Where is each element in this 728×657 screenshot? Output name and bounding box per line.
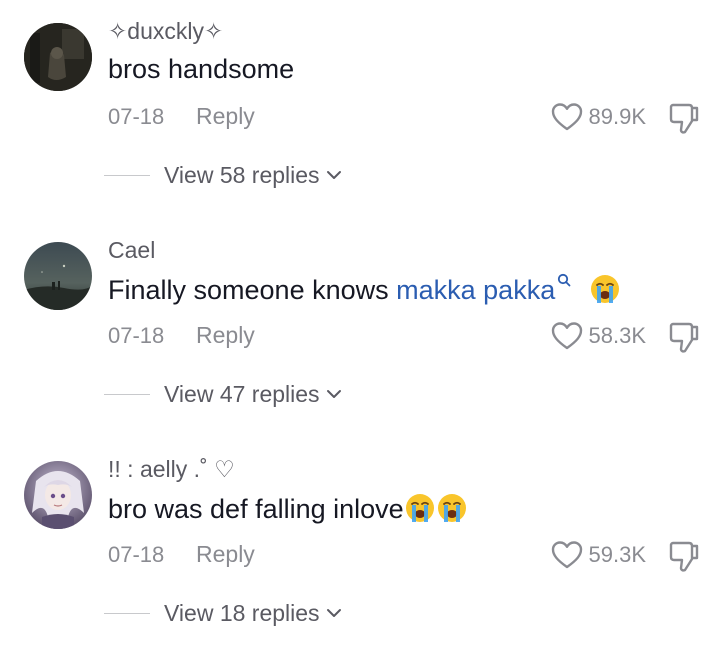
- view-replies-label: View 18 replies: [164, 599, 320, 626]
- divider: [104, 174, 150, 176]
- comment-item: !! : aelly .˚ ♡ bro was def falling inlo…: [0, 438, 728, 657]
- comment-date: 07-18: [108, 104, 165, 129]
- mention-link[interactable]: makka pakka: [396, 275, 555, 305]
- comment-text: Finally someone knows makka pakka: [108, 273, 621, 306]
- thumbs-down-icon[interactable]: [668, 539, 700, 573]
- reply-button[interactable]: Reply: [196, 322, 255, 349]
- view-replies-row: View 47 replies: [104, 379, 342, 409]
- username[interactable]: ✧duxckly✧: [108, 18, 223, 45]
- like-button[interactable]: 59.3K: [551, 540, 647, 570]
- username[interactable]: !! : aelly .˚ ♡: [108, 456, 235, 483]
- comment-text: bro was def falling inlove: [108, 492, 468, 525]
- reply-button[interactable]: Reply: [196, 103, 255, 130]
- reply-button[interactable]: Reply: [196, 541, 255, 568]
- comment-item: Cael Finally someone knows makka pakka 0…: [0, 219, 728, 438]
- heart-icon[interactable]: [551, 321, 583, 351]
- chevron-down-icon: [326, 171, 341, 179]
- heart-icon[interactable]: [551, 540, 583, 570]
- comment-body: bro was def falling inlove: [108, 494, 404, 524]
- view-replies-button[interactable]: View 47 replies: [164, 381, 342, 408]
- comment-meta: 07-18 Reply 58.3K: [108, 320, 708, 354]
- comment-meta: 07-18 Reply 59.3K: [108, 539, 708, 573]
- loudly-crying-face-emoji: [437, 494, 466, 522]
- divider: [104, 612, 150, 614]
- loudly-crying-face-emoji: [405, 494, 434, 522]
- comment-body: Finally someone knows: [108, 275, 397, 305]
- like-count: 58.3K: [588, 323, 647, 348]
- view-replies-row: View 18 replies: [104, 598, 342, 628]
- search-icon[interactable]: [557, 273, 571, 287]
- thumbs-down-icon[interactable]: [668, 101, 700, 135]
- avatar[interactable]: [24, 242, 92, 310]
- like-count: 59.3K: [588, 542, 647, 567]
- loudly-crying-face-emoji: [590, 275, 619, 303]
- view-replies-label: View 47 replies: [164, 380, 320, 407]
- view-replies-button[interactable]: View 18 replies: [164, 600, 342, 627]
- comment-meta: 07-18 Reply 89.9K: [108, 101, 708, 135]
- avatar[interactable]: [24, 23, 92, 91]
- thumbs-down-icon[interactable]: [668, 320, 700, 354]
- like-button[interactable]: 89.9K: [551, 102, 647, 132]
- like-count: 89.9K: [588, 104, 647, 129]
- comment-item: ✧duxckly✧ bros handsome 07-18 Reply 89.9…: [0, 0, 728, 219]
- view-replies-label: View 58 replies: [164, 161, 320, 188]
- view-replies-row: View 58 replies: [104, 160, 342, 190]
- comment-date: 07-18: [108, 323, 165, 348]
- heart-icon[interactable]: [551, 102, 583, 132]
- comment-text: bros handsome: [108, 54, 294, 85]
- comment-date: 07-18: [108, 542, 165, 567]
- divider: [104, 393, 150, 395]
- chevron-down-icon: [326, 609, 341, 617]
- avatar[interactable]: [24, 461, 92, 529]
- view-replies-button[interactable]: View 58 replies: [164, 162, 342, 189]
- comment-body: bros handsome: [108, 54, 295, 84]
- chevron-down-icon: [326, 390, 341, 398]
- username[interactable]: Cael: [108, 237, 155, 264]
- like-button[interactable]: 58.3K: [551, 321, 647, 351]
